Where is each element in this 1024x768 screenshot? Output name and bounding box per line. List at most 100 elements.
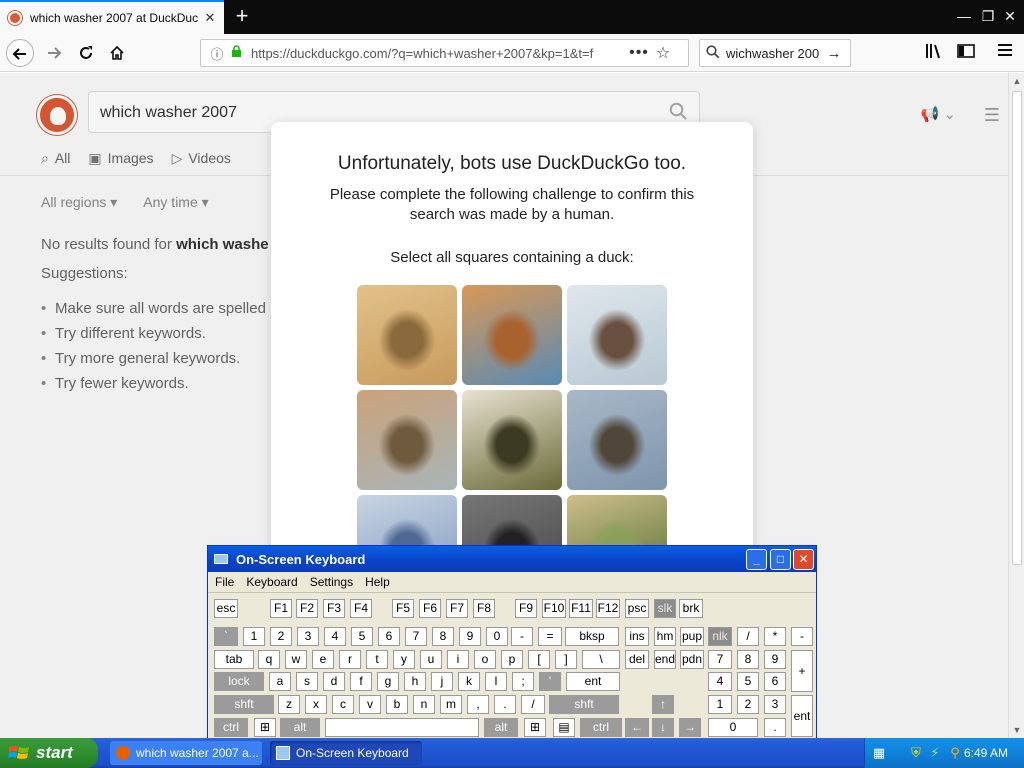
forward-button[interactable]	[40, 39, 68, 67]
osk-key-l[interactable]: l	[485, 672, 507, 691]
osk-key-0[interactable]: 0	[486, 627, 508, 646]
osk-key-pdn[interactable]: pdn	[680, 650, 704, 669]
osk-key-alt[interactable]: alt	[484, 718, 518, 737]
osk-key-symbol[interactable]: *	[764, 627, 786, 646]
osk-key-d[interactable]: d	[323, 672, 345, 691]
osk-key-shft[interactable]: shft	[214, 695, 274, 714]
osk-key-symbol[interactable]: .	[494, 695, 516, 714]
osk-key-del[interactable]: del	[625, 650, 649, 669]
start-button[interactable]: start	[0, 738, 98, 768]
osk-key-m[interactable]: m	[440, 695, 462, 714]
active-tab[interactable]: which washer 2007 at DuckDuckGo ✕	[0, 0, 224, 34]
osk-key-lock[interactable]: lock	[214, 672, 264, 691]
osk-key-5[interactable]: 5	[737, 672, 759, 691]
osk-key-ent[interactable]: ent	[791, 695, 813, 737]
osk-key-1[interactable]: 1	[708, 695, 732, 714]
osk-menu-help[interactable]: Help	[365, 575, 390, 589]
library-icon[interactable]	[924, 43, 944, 63]
osk-key-4[interactable]: 4	[324, 627, 346, 646]
search-tray-icon[interactable]: ⚲	[947, 745, 963, 761]
osk-key-f8[interactable]: F8	[473, 599, 495, 618]
osk-key-symbol[interactable]: `	[214, 627, 238, 646]
osk-key-symbol[interactable]: '	[539, 672, 561, 691]
osk-key-5[interactable]: 5	[351, 627, 373, 646]
osk-key-9[interactable]: 9	[764, 650, 786, 669]
restore-icon[interactable]: ❐	[978, 6, 998, 26]
challenge-image-gibbon[interactable]	[462, 285, 562, 385]
osk-key-space[interactable]	[325, 718, 479, 737]
osk-key-symbol[interactable]: .	[764, 718, 786, 737]
osk-key-h[interactable]: h	[404, 672, 426, 691]
osk-key-p[interactable]: p	[501, 650, 523, 669]
back-button[interactable]	[6, 39, 34, 67]
osk-key-7[interactable]: 7	[405, 627, 427, 646]
osk-key-symbol[interactable]: =	[538, 627, 562, 646]
osk-key-a[interactable]: a	[269, 672, 291, 691]
osk-key-f9[interactable]: F9	[515, 599, 537, 618]
osk-menu-file[interactable]: File	[215, 575, 234, 589]
osk-key-7[interactable]: 7	[708, 650, 732, 669]
osk-key-psc[interactable]: psc	[625, 599, 649, 618]
osk-key-t[interactable]: t	[366, 650, 388, 669]
osk-key-down-arrow[interactable]: ↓	[652, 718, 674, 737]
osk-key-symbol[interactable]: +	[791, 650, 813, 692]
osk-key-f3[interactable]: F3	[323, 599, 345, 618]
hamburger-menu-icon[interactable]	[995, 43, 1015, 63]
osk-key-v[interactable]: v	[359, 695, 381, 714]
osk-key-f1[interactable]: F1	[270, 599, 292, 618]
scroll-down-arrow-icon[interactable]: ▼	[1009, 722, 1024, 738]
page-scrollbar[interactable]: ▲ ▼	[1008, 73, 1024, 738]
osk-key-symbol[interactable]: /	[737, 627, 759, 646]
osk-key-s[interactable]: s	[296, 672, 318, 691]
home-button[interactable]	[103, 39, 131, 67]
osk-key-nlk[interactable]: nlk	[708, 627, 732, 646]
osk-key-menu[interactable]: ▤	[553, 718, 575, 737]
osk-key-symbol[interactable]: [	[528, 650, 550, 669]
osk-key-symbol[interactable]: ]	[555, 650, 577, 669]
taskbar-item-osk[interactable]: On-Screen Keyboard	[270, 741, 422, 765]
osk-key-e[interactable]: e	[312, 650, 334, 669]
osk-key-symbol[interactable]: -	[511, 627, 533, 646]
reload-button[interactable]	[72, 39, 100, 67]
osk-key-symbol[interactable]: \	[582, 650, 620, 669]
osk-key-ctrl[interactable]: ctrl	[214, 718, 248, 737]
osk-key-tab[interactable]: tab	[214, 650, 254, 669]
info-icon[interactable]: ⓘ	[207, 44, 227, 63]
osk-key-i[interactable]: i	[447, 650, 469, 669]
browser-search-bar[interactable]: wichwasher 200 →	[699, 39, 851, 67]
osk-key-windows[interactable]: ⊞	[524, 718, 546, 737]
osk-key-2[interactable]: 2	[270, 627, 292, 646]
challenge-image-duck[interactable]	[567, 285, 667, 385]
osk-key-shft[interactable]: shft	[549, 695, 619, 714]
osk-key-symbol[interactable]: ,	[467, 695, 489, 714]
challenge-image-dogs[interactable]	[357, 390, 457, 490]
osk-key-o[interactable]: o	[474, 650, 496, 669]
osk-key-y[interactable]: y	[393, 650, 415, 669]
osk-key-f11[interactable]: F11	[569, 599, 593, 618]
osk-key-ent[interactable]: ent	[566, 672, 620, 691]
osk-key-alt[interactable]: alt	[280, 718, 320, 737]
close-window-icon[interactable]: ✕	[1000, 6, 1020, 26]
osk-key-up-arrow[interactable]: ↑	[652, 695, 674, 714]
osk-key-g[interactable]: g	[377, 672, 399, 691]
osk-key-symbol[interactable]: ;	[512, 672, 534, 691]
search-input[interactable]: wichwasher 200	[726, 46, 824, 61]
osk-key-n[interactable]: n	[413, 695, 435, 714]
osk-key-9[interactable]: 9	[459, 627, 481, 646]
tab-close-icon[interactable]: ✕	[202, 10, 218, 26]
taskbar-item-firefox[interactable]: which washer 2007 a...	[110, 741, 262, 765]
osk-key-esc[interactable]: esc	[214, 599, 238, 618]
osk-key-x[interactable]: x	[305, 695, 327, 714]
osk-titlebar[interactable]: On-Screen Keyboard _ □ ✕	[208, 546, 816, 572]
osk-key-8[interactable]: 8	[737, 650, 759, 669]
osk-key-brk[interactable]: brk	[679, 599, 703, 618]
minimize-icon[interactable]: —	[954, 6, 974, 26]
osk-key-j[interactable]: j	[431, 672, 453, 691]
osk-close-button[interactable]: ✕	[793, 549, 814, 570]
osk-key-right-arrow[interactable]: →	[679, 718, 701, 737]
osk-key-f4[interactable]: F4	[350, 599, 372, 618]
osk-key-z[interactable]: z	[278, 695, 300, 714]
osk-key-3[interactable]: 3	[764, 695, 786, 714]
new-tab-button[interactable]: +	[230, 4, 254, 28]
sidebar-icon[interactable]	[956, 43, 976, 63]
